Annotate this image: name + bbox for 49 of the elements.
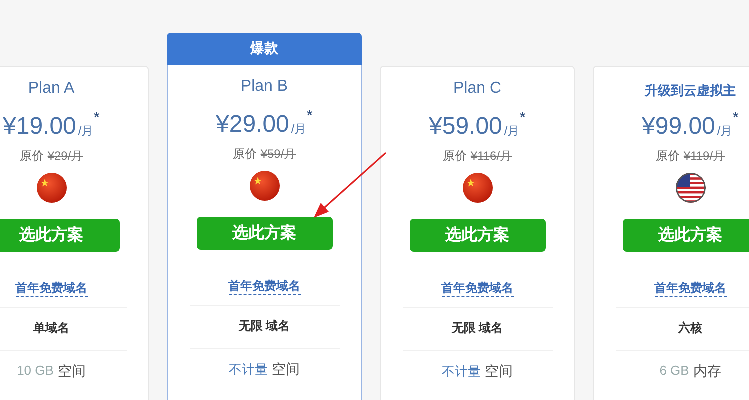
free-domain-link[interactable]: 首年免费域名 [16,280,88,297]
spec-value: 6 GB [660,363,690,380]
feature-text: 无限 域名 [238,318,290,335]
plan-price: ¥19.00 [3,112,76,142]
flag-icon [250,171,280,201]
free-domain-link[interactable]: 首年免费域名 [654,280,726,297]
plan-price: ¥29.00 [216,110,290,140]
spec-unit: 空间 [58,363,86,381]
plan-price: ¥59.00 [429,112,502,142]
spec-unit: 内存 [693,363,722,381]
spec-unit: 空间 [485,363,513,381]
feature-text: 单域名 [34,320,70,337]
plan-name: Plan C [453,80,502,99]
flag-icon [676,173,706,203]
select-plan-button[interactable]: 选此方案 [622,219,749,252]
price-period: /月 [78,123,94,140]
flag-icon [462,173,492,203]
select-plan-button[interactable]: 选此方案 [0,219,120,252]
feature-text: 无限 域名 [452,320,504,337]
free-domain-link[interactable]: 首年免费域名 [442,280,514,297]
plan-name: Plan B [240,78,288,97]
flag-icon [36,173,66,203]
spec-unit: 空间 [272,361,300,379]
plan-name: Plan A [28,80,75,99]
plan-price: ¥99.00 [642,112,716,142]
select-plan-button[interactable]: 选此方案 [410,219,546,252]
price-period: /月 [291,121,307,138]
footnote-mark: * [520,110,526,128]
footnote-mark: * [306,108,313,126]
original-price: ¥59/月 [260,146,296,163]
footnote-mark: * [732,110,739,128]
spec-value: 不计量 [229,361,268,379]
feature-text: 六核 [678,320,702,337]
original-price: ¥29/月 [48,148,84,165]
original-price: ¥116/月 [470,148,512,165]
spec-value: 不计量 [442,363,481,381]
price-period: /月 [717,123,733,140]
original-price-label: 原价 [442,148,467,165]
select-plan-button[interactable]: 选此方案 [196,217,332,250]
free-domain-link[interactable]: 首年免费域名 [228,278,300,295]
spec-value: 10 GB [17,363,54,380]
original-price: ¥119/月 [684,148,726,165]
plan-name: 升级到云虚拟主 [645,82,736,100]
original-price-label: 原价 [232,146,257,163]
footnote-mark: * [94,110,100,128]
plan-badge: 爆款 [167,33,362,65]
original-price-label: 原价 [656,148,680,165]
price-period: /月 [504,123,520,140]
original-price-label: 原价 [20,148,44,165]
